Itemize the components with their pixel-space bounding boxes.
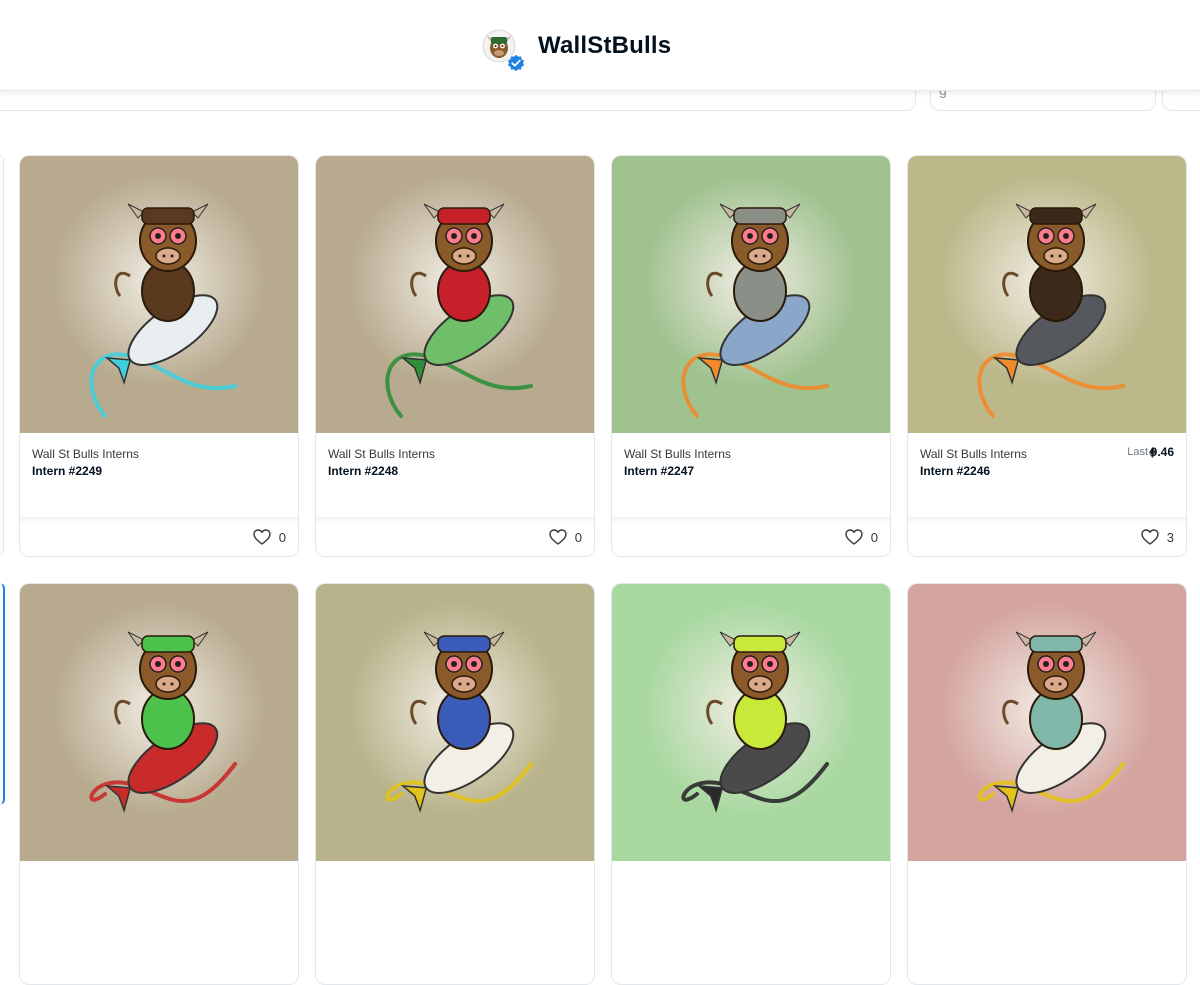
asset-card[interactable] [19, 583, 299, 985]
nft-artwork [612, 584, 890, 861]
asset-info: Wall St Bulls Interns Intern #2247 [612, 433, 890, 517]
asset-info: Wall St Bulls Interns Intern #2246 Last 0… [908, 433, 1186, 517]
nft-artwork [316, 156, 594, 433]
asset-image[interactable] [20, 584, 298, 861]
nft-artwork [20, 584, 298, 861]
asset-card-footer: 3 [908, 517, 1186, 556]
asset-image[interactable] [908, 584, 1186, 861]
last-sale-label: Last [1127, 446, 1148, 458]
asset-collection-name[interactable]: Wall St Bulls Interns [920, 447, 1027, 461]
asset-info [316, 861, 594, 945]
search-bar[interactable] [0, 90, 916, 111]
asset-image[interactable] [612, 584, 890, 861]
nft-artwork [908, 584, 1186, 861]
asset-image[interactable] [612, 156, 890, 433]
favorite-count: 0 [278, 529, 286, 545]
collection-avatar[interactable] [482, 29, 526, 73]
collection-header: WallStBulls [0, 0, 1200, 91]
asset-collection-name[interactable]: Wall St Bulls Interns [32, 447, 139, 461]
collection-brand[interactable]: WallStBulls [482, 24, 671, 73]
heart-icon [549, 529, 567, 545]
asset-token-name[interactable]: Intern #2248 [328, 464, 398, 478]
filter-panel-edge [0, 155, 4, 555]
asset-info: Wall St Bulls Interns Intern #2249 [20, 433, 298, 517]
favorite-button[interactable]: 3 [1141, 527, 1174, 547]
sort-dropdown[interactable]: g [930, 82, 1156, 111]
asset-card[interactable]: Wall St Bulls Interns Intern #2248 0 [315, 155, 595, 557]
asset-token-name[interactable]: Intern #2249 [32, 464, 102, 478]
nft-artwork [908, 156, 1186, 433]
asset-card[interactable]: Wall St Bulls Interns Intern #2246 Last 0… [907, 155, 1187, 557]
asset-image[interactable] [316, 156, 594, 433]
asset-info [908, 861, 1186, 945]
asset-card[interactable] [315, 583, 595, 985]
nft-artwork [612, 156, 890, 433]
heart-icon [1141, 529, 1159, 545]
asset-card[interactable]: Wall St Bulls Interns Intern #2247 0 [611, 155, 891, 557]
nft-artwork [20, 156, 298, 433]
last-sale-price: 0.46 [1150, 445, 1174, 459]
asset-card[interactable]: Wall St Bulls Interns Intern #2249 0 [19, 155, 299, 557]
verified-badge-icon [506, 53, 526, 73]
asset-card[interactable] [907, 583, 1187, 985]
favorite-button[interactable]: 0 [253, 527, 286, 547]
asset-card[interactable] [611, 583, 891, 985]
filter-panel-edge [0, 583, 5, 805]
asset-token-name[interactable]: Intern #2247 [624, 464, 694, 478]
favorite-button[interactable]: 0 [845, 527, 878, 547]
asset-image[interactable] [908, 156, 1186, 433]
favorite-button[interactable]: 0 [549, 527, 582, 547]
favorite-count: 3 [1166, 529, 1174, 545]
asset-image[interactable] [20, 156, 298, 433]
asset-info: Wall St Bulls Interns Intern #2248 [316, 433, 594, 517]
nft-artwork [316, 584, 594, 861]
view-toggle[interactable] [1162, 90, 1200, 111]
asset-card-footer: 0 [20, 517, 298, 556]
asset-info [612, 861, 890, 945]
asset-token-name[interactable]: Intern #2246 [920, 464, 990, 478]
asset-info [20, 861, 298, 945]
heart-icon [845, 529, 863, 545]
asset-image[interactable] [316, 584, 594, 861]
asset-collection-name[interactable]: Wall St Bulls Interns [624, 447, 731, 461]
collection-title[interactable]: WallStBulls [538, 32, 671, 60]
asset-card-footer: 0 [612, 517, 890, 556]
favorite-count: 0 [574, 529, 582, 545]
favorite-count: 0 [870, 529, 878, 545]
heart-icon [253, 529, 271, 545]
asset-collection-name[interactable]: Wall St Bulls Interns [328, 447, 435, 461]
asset-card-footer: 0 [316, 517, 594, 556]
